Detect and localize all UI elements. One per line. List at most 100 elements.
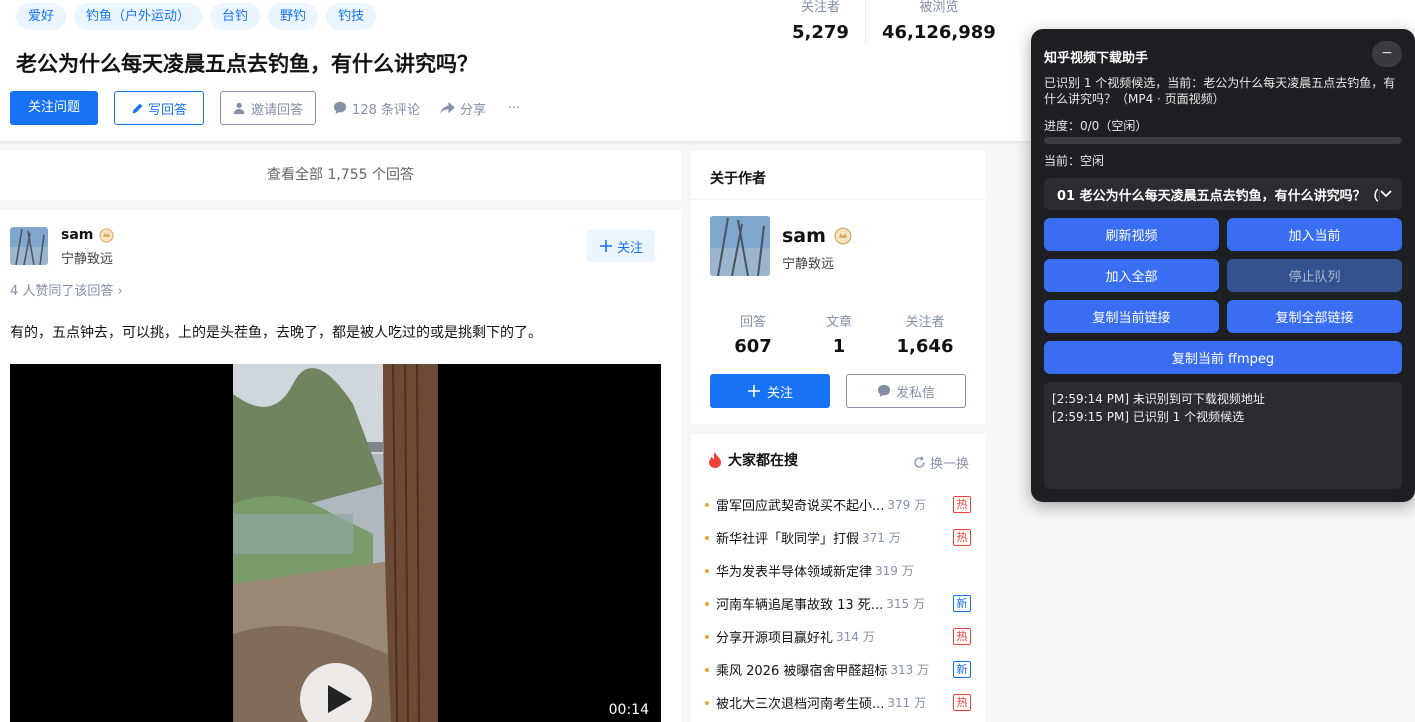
refresh-videos-button[interactable]: 刷新视频	[1044, 218, 1219, 251]
minimize-button[interactable]: −	[1372, 41, 1402, 67]
topic-tag[interactable]: 钓技	[326, 3, 377, 30]
send-message-button[interactable]: 发私信	[846, 374, 966, 408]
hot-search-item[interactable]: 被北大三次退档河南考生硕... 311 万 热	[705, 686, 971, 719]
hot-search-count: 379 万	[887, 498, 927, 512]
hot-search-card: 大家都在搜 换一换 雷军回应武契奇说买不起小... 379 万热新华社评「耿同学」…	[691, 434, 985, 722]
question-title: 老公为什么每天凌晨五点去钓鱼，有什么讲究吗？	[16, 52, 478, 76]
comments-label: 128 条评论	[352, 102, 420, 118]
stat-label: 回答	[739, 315, 766, 330]
stat-label: 被浏览	[919, 0, 959, 15]
follow-author-button[interactable]: 关注	[587, 230, 656, 262]
write-answer-button[interactable]: 写回答	[114, 91, 205, 125]
about-author-title: 关于作者	[710, 171, 766, 187]
views-stat: 被浏览 46,126,989	[864, 0, 1012, 43]
answers-stat[interactable]: 回答 607	[710, 311, 796, 357]
answer-content: 有的，五点钟去，可以挑，上的是头茬鱼，去晚了，都是被人吃过的或是挑剩下的了。	[10, 325, 542, 341]
hot-search-title-text: 被北大三次退档河南考生硕...	[716, 697, 885, 712]
followers-stat[interactable]: 关注者 1,646	[882, 311, 968, 357]
plus-icon	[600, 240, 612, 252]
plus-icon	[747, 385, 760, 397]
share-button[interactable]: 分享	[440, 99, 486, 118]
copy-current-link-button[interactable]: 复制当前链接	[1044, 300, 1219, 333]
hot-search-count: 319 万	[875, 564, 914, 578]
comments-button[interactable]: 128 条评论	[333, 99, 420, 118]
invite-answer-button[interactable]: 邀请回答	[220, 91, 317, 125]
hot-search-item[interactable]: 雷军回应武契奇说买不起小... 379 万 热	[705, 488, 971, 521]
hot-badge: 热	[953, 694, 971, 711]
new-badge: 新	[953, 595, 971, 612]
bullet-icon	[705, 502, 709, 507]
question-actions: 关注问题 写回答 邀请回答 128 条评论 分享 ···	[10, 91, 520, 125]
hot-search-title-text: 雷军回应武契奇说买不起小...	[716, 499, 885, 514]
video-downloader-panel: 知乎视频下载助手 − 已识别 1 个视频候选，当前：老公为什么每天凌晨五点去钓鱼…	[1031, 29, 1415, 502]
hot-search-list: 雷军回应武契奇说买不起小... 379 万热新华社评「耿同学」打假 371 万热华为…	[705, 488, 971, 719]
avatar[interactable]	[10, 227, 48, 265]
divider	[691, 199, 985, 200]
panel-title: 知乎视频下载助手	[1044, 51, 1149, 66]
hot-search-item[interactable]: 分享开源项目赢好礼 314 万 热	[705, 620, 971, 653]
refresh-hot-button[interactable]: 换一换	[913, 453, 969, 472]
articles-stat[interactable]: 文章 1	[796, 311, 882, 357]
topic-tag[interactable]: 野钓	[268, 3, 319, 30]
author-name-text: sam	[61, 227, 94, 243]
topic-tag[interactable]: 钓鱼（户外运动）	[74, 3, 203, 30]
message-icon	[877, 384, 891, 398]
user-plus-icon	[233, 102, 245, 115]
author-name[interactable]: sam	[782, 225, 852, 247]
stat-value: 607	[734, 336, 772, 357]
hot-search-item[interactable]: 河南车辆追尾事故致 13 死... 315 万 新	[705, 587, 971, 620]
bullet-icon	[705, 700, 709, 705]
hot-badge: 热	[953, 496, 971, 513]
author-stats: 回答 607 文章 1 关注者 1,646	[710, 311, 968, 357]
copy-ffmpeg-button[interactable]: 复制当前 ffmpeg	[1044, 341, 1402, 374]
video-select[interactable]: 01 老公为什么每天凌晨五点去钓鱼，有什么讲究吗？（MP4	[1044, 178, 1402, 210]
topic-tag[interactable]: 台钓	[210, 3, 261, 30]
author-bio: 宁静致远	[782, 257, 835, 272]
bullet-icon	[705, 601, 709, 606]
log-line: [2:59:15 PM] 已识别 1 个视频候选	[1052, 410, 1245, 424]
play-button[interactable]	[300, 663, 372, 722]
hot-search-count: 371 万	[862, 531, 901, 545]
stat-value: 46,126,989	[881, 22, 996, 43]
hot-search-item[interactable]: 华为发表半导体领域新定律 319 万	[705, 554, 971, 587]
hot-badge: 热	[953, 628, 971, 645]
video-duration: 00:14	[608, 702, 649, 718]
topic-tag[interactable]: 爱好	[16, 3, 67, 30]
log-output: [2:59:14 PM] 未识别到可下载视频地址 [2:59:15 PM] 已识…	[1044, 382, 1402, 489]
progress-label: 进度：0/0（空闲）	[1044, 119, 1148, 133]
chevron-right-icon: ›	[117, 284, 123, 299]
video-player[interactable]: 00:14	[10, 364, 661, 722]
view-all-answers-button[interactable]: 查看全部 1,755 个回答	[0, 151, 681, 200]
follow-author-button[interactable]: 关注	[710, 374, 830, 408]
hot-search-title-text: 河南车辆追尾事故致 13 死...	[716, 598, 884, 613]
more-button[interactable]: ···	[508, 101, 520, 116]
follow-author-label: 关注	[617, 240, 644, 256]
stat-value: 1,646	[896, 336, 954, 357]
invite-answer-label: 邀请回答	[251, 102, 304, 118]
vote-count-link[interactable]: 4 人赞同了该回答 ›	[10, 280, 123, 299]
hot-search-item[interactable]: 乘风 2026 被曝宿舍甲醛超标 313 万 新	[705, 653, 971, 686]
current-task-label: 当前：空闲	[1044, 154, 1105, 168]
followers-stat: 关注者 5,279	[776, 0, 865, 43]
avatar[interactable]	[710, 216, 770, 276]
follow-question-button[interactable]: 关注问题	[10, 91, 99, 125]
add-current-button[interactable]: 加入当前	[1227, 218, 1402, 251]
hot-search-item[interactable]: 新华社评「耿同学」打假 371 万 热	[705, 521, 971, 554]
progress-bar	[1044, 137, 1402, 144]
detection-status: 已识别 1 个视频候选，当前：老公为什么每天凌晨五点去钓鱼，有什么讲究吗？（MP…	[1044, 76, 1396, 106]
add-all-button[interactable]: 加入全部	[1044, 259, 1219, 292]
hot-search-title: 大家都在搜	[728, 453, 798, 469]
follow-author-label: 关注	[766, 385, 793, 401]
hot-search-count: 311 万	[887, 696, 927, 710]
vote-count-text: 4 人赞同了该回答	[10, 284, 114, 299]
stop-queue-button[interactable]: 停止队列	[1227, 259, 1402, 292]
answer-card: sam 宁静致远 关注 4 人赞同了该回答 › 有的，五点钟去，可以挑，上的是头…	[0, 210, 681, 722]
chevron-down-icon	[1380, 190, 1392, 198]
stat-label: 文章	[825, 315, 852, 330]
refresh-hot-label: 换一换	[929, 457, 969, 472]
share-icon	[440, 101, 455, 114]
author-name[interactable]: sam	[61, 227, 114, 243]
copy-all-links-button[interactable]: 复制全部链接	[1227, 300, 1402, 333]
bullet-icon	[705, 667, 709, 672]
hot-search-title-text: 华为发表半导体领域新定律	[716, 565, 873, 580]
